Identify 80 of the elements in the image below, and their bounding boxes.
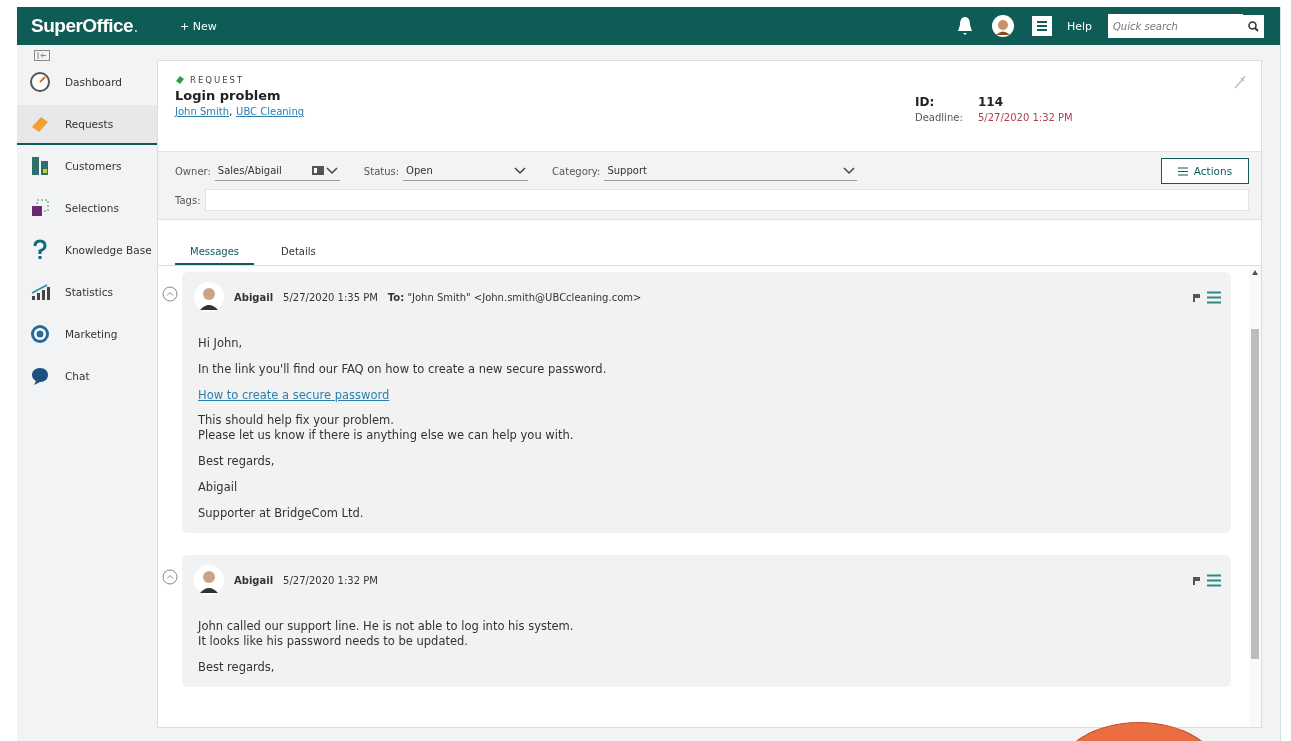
message-recipient: To: "John Smith" <John.smith@UBCcleaning.com> xyxy=(387,291,642,303)
status-dropdown[interactable]: Open xyxy=(403,161,529,181)
separator-comma: , xyxy=(229,105,233,118)
menu-icon xyxy=(1177,166,1188,176)
deadline-value: 5/27/2020 1:32 PM xyxy=(978,112,1074,123)
sidebar-item-label: Knowledge Base xyxy=(65,244,152,256)
avatar-icon xyxy=(194,565,224,595)
avatar-icon xyxy=(194,282,224,312)
menu-icon[interactable] xyxy=(1207,573,1221,587)
sidebar-item-label: Customers xyxy=(65,160,122,172)
id-label: ID: xyxy=(915,95,936,109)
sidebar-item-label: Statistics xyxy=(65,286,113,298)
category-dropdown[interactable]: Support xyxy=(604,161,858,181)
tags-field[interactable] xyxy=(204,189,1249,211)
scroll-up-icon[interactable] xyxy=(1252,270,1258,275)
chevron-down-icon xyxy=(843,166,856,175)
sidebar-item[interactable]: Chat xyxy=(17,357,157,397)
new-button[interactable]: + New xyxy=(178,17,219,35)
target-icon xyxy=(29,323,51,345)
tab[interactable]: Messages xyxy=(175,242,255,265)
collapse-sidebar-icon[interactable] xyxy=(34,50,50,61)
contact-card-icon[interactable] xyxy=(311,166,324,175)
sidebar-item-label: Chat xyxy=(65,370,90,382)
app-logo[interactable]: SuperOffice. xyxy=(31,15,138,37)
message-time: 5/27/2020 1:32 PM xyxy=(283,574,378,586)
chat-bubble-icon xyxy=(29,365,51,387)
message-paragraph: John called our support line. He is not able to log into his system. It looks like his password needs to be updated. xyxy=(198,619,575,649)
message-paragraph: Hi John, xyxy=(198,336,244,351)
buildings-icon xyxy=(29,155,51,177)
tab[interactable]: Details xyxy=(266,242,331,265)
message-link[interactable]: How to create a secure password xyxy=(198,388,390,402)
message-time: 5/27/2020 1:35 PM xyxy=(283,291,378,303)
message-author: Abigail xyxy=(234,574,274,586)
scrollbar[interactable] xyxy=(1249,266,1261,727)
collapse-toggle-icon[interactable] xyxy=(162,286,178,302)
message-paragraph: Supporter at BridgeCom Ltd. xyxy=(198,506,365,521)
owner-label: Owner: xyxy=(175,165,211,177)
actions-button[interactable]: Actions xyxy=(1161,158,1249,184)
ticket-icon xyxy=(175,75,185,85)
sidebar-item[interactable]: Marketing xyxy=(17,315,157,355)
collapse-toggle-icon[interactable] xyxy=(162,569,178,585)
owner-dropdown[interactable]: Sales/Abigail xyxy=(214,161,340,181)
sidebar-item[interactable]: Customers xyxy=(17,147,157,187)
gauge-icon xyxy=(29,71,51,93)
menu-icon[interactable] xyxy=(1207,290,1221,304)
category-label: Category: xyxy=(552,165,601,177)
message-paragraph: This should help fix your problem. Please let us know if there is anything else we can help you with. xyxy=(198,413,575,443)
flag-icon[interactable] xyxy=(1192,292,1201,302)
sidebar-item[interactable]: Dashboard xyxy=(17,63,157,103)
sidebar-item[interactable]: Statistics xyxy=(17,273,157,313)
chevron-down-icon xyxy=(514,166,527,175)
message-paragraph: In the link you'll find our FAQ on how to create a new secure password. xyxy=(198,362,608,377)
deadline-label: Deadline: xyxy=(915,112,964,123)
sidebar-item[interactable]: Selections xyxy=(17,189,157,229)
request-title: Login problem xyxy=(175,88,282,103)
tags-label: Tags: xyxy=(175,194,201,206)
message-author: Abigail xyxy=(234,291,274,303)
sidebar-item-label: Dashboard xyxy=(65,76,122,88)
bar-chart-icon xyxy=(29,281,51,303)
flag-icon[interactable] xyxy=(1192,575,1201,585)
sidebar-item-label: Marketing xyxy=(65,328,118,340)
selection-icon xyxy=(29,197,51,219)
help-link[interactable]: Help xyxy=(1066,19,1092,33)
sidebar-item-label: Requests xyxy=(65,118,114,130)
company-link[interactable]: UBC Cleaning xyxy=(236,106,305,117)
id-value: 114 xyxy=(978,95,1005,109)
status-label: Status: xyxy=(363,165,400,177)
sidebar-item-label: Selections xyxy=(65,202,119,214)
quick-search-field[interactable]: Quick search xyxy=(1108,14,1243,38)
sidebar-item[interactable]: Knowledge Base xyxy=(17,231,157,271)
notes-icon[interactable] xyxy=(1031,16,1052,36)
avatar-icon[interactable] xyxy=(991,15,1014,37)
sidebar-item[interactable]: Requests xyxy=(17,105,157,145)
record-type-label: REQUEST xyxy=(190,75,245,85)
chevron-down-icon xyxy=(325,166,338,175)
message-paragraph: Best regards, xyxy=(198,660,276,675)
message-paragraph: Best regards, xyxy=(198,454,276,469)
bell-icon[interactable] xyxy=(955,16,974,36)
message-paragraph: Abigail xyxy=(198,480,239,495)
search-icon[interactable] xyxy=(1243,14,1264,38)
